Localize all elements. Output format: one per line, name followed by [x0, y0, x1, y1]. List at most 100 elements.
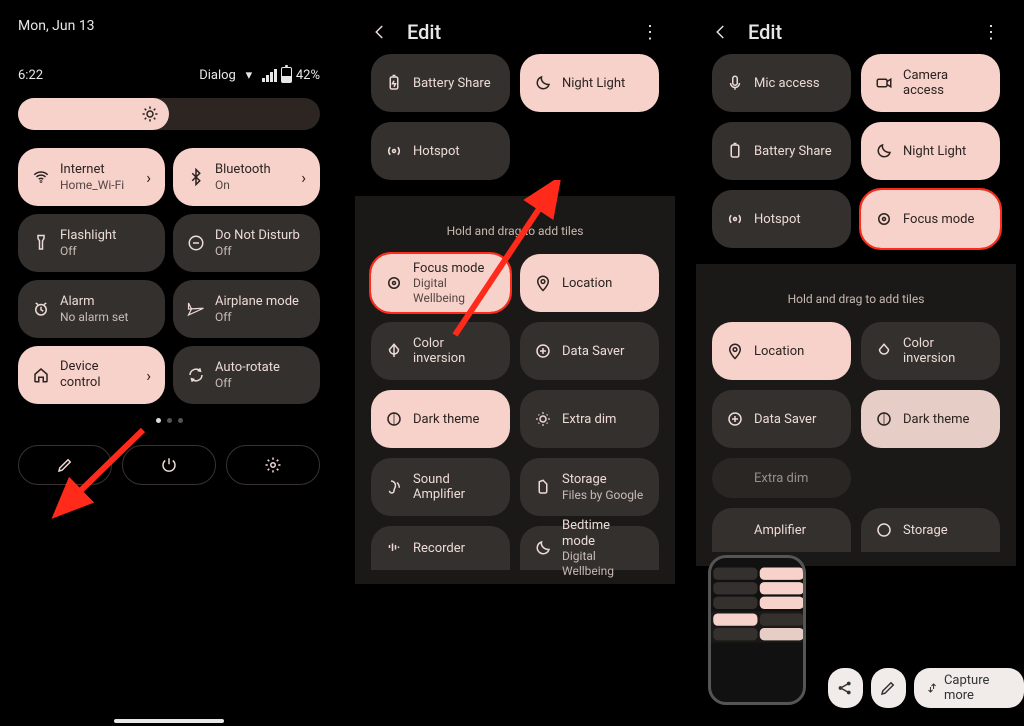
edit-tiles-screen-before: Edit ⋮ Battery Share Night Light Hotspot…: [355, 0, 675, 726]
invert-icon: [875, 342, 893, 360]
hearing-icon: [726, 521, 744, 539]
battery-share-icon: [726, 142, 744, 160]
tile-focus-mode[interactable]: Focus modeDigital Wellbeing: [371, 254, 510, 312]
battery-pct: 42%: [296, 68, 320, 83]
back-icon[interactable]: [371, 23, 389, 41]
tile-data-saver[interactable]: Data Saver: [520, 322, 659, 380]
tile-internet[interactable]: InternetHome_Wi-Fi ›: [18, 148, 165, 206]
home-icon: [32, 366, 50, 384]
share-button[interactable]: [828, 668, 863, 708]
tile-sublabel: Digital Wellbeing: [413, 276, 496, 305]
dnd-icon: [187, 234, 205, 252]
tile-storage[interactable]: StorageFiles by Google: [520, 458, 659, 516]
recorder-icon: [385, 539, 403, 557]
tile-battery-share[interactable]: Battery Share: [371, 54, 510, 112]
hearing-icon: [385, 478, 403, 496]
storage-icon: [875, 521, 893, 539]
airplane-icon: [187, 300, 205, 318]
tile-extra-dim[interactable]: Extra dim: [520, 390, 659, 448]
tile-location[interactable]: Location: [712, 322, 851, 380]
tile-sublabel: Off: [215, 310, 299, 324]
tile-bedtime[interactable]: Bedtime modeDigital Wellbeing: [520, 526, 659, 570]
tile-extra-dim[interactable]: Extra dim: [712, 458, 851, 498]
nav-handle[interactable]: [114, 719, 224, 723]
more-icon[interactable]: ⋮: [641, 22, 659, 43]
tile-dark-theme[interactable]: Dark theme: [371, 390, 510, 448]
tile-label: Auto-rotate: [215, 360, 280, 376]
tile-label: Flashlight: [60, 228, 116, 244]
tile-label: Device control: [60, 359, 136, 390]
tile-dnd[interactable]: Do Not DisturbOff: [173, 214, 320, 272]
more-icon[interactable]: ⋮: [982, 22, 1000, 43]
tile-hotspot[interactable]: Hotspot: [371, 122, 510, 180]
tile-dark-theme[interactable]: Dark theme: [861, 390, 1000, 448]
tile-bluetooth[interactable]: BluetoothOn ›: [173, 148, 320, 206]
drag-hint: Hold and drag to add tiles: [371, 210, 659, 254]
tile-data-saver[interactable]: Data Saver: [712, 390, 851, 448]
power-button[interactable]: [122, 445, 216, 485]
capture-more-button[interactable]: Capture more: [914, 668, 1024, 708]
tile-airplane[interactable]: Airplane modeOff: [173, 280, 320, 338]
tile-night-light[interactable]: Night Light: [861, 122, 1000, 180]
focus-icon: [385, 274, 403, 292]
moon-icon: [875, 142, 893, 160]
brightness-slider[interactable]: [18, 98, 320, 130]
tile-auto-rotate[interactable]: Auto-rotateOff: [173, 346, 320, 404]
tile-sound-amplifier[interactable]: Sound Amplifier: [371, 458, 510, 516]
tile-device-controls[interactable]: Device control ›: [18, 346, 165, 404]
quick-settings-panel: Mon, Jun 13 6:22 Dialog ▾ 42% InternetHo…: [0, 0, 338, 726]
tile-label: Battery Share: [413, 76, 491, 91]
tile-sublabel: Home_Wi-Fi: [60, 178, 124, 192]
tile-label: Storage: [903, 523, 948, 538]
tile-hotspot[interactable]: Hotspot: [712, 190, 851, 248]
tile-flashlight[interactable]: FlashlightOff: [18, 214, 165, 272]
moon-icon: [534, 74, 552, 92]
tile-label: Extra dim: [754, 471, 808, 486]
tile-recorder[interactable]: Recorder: [371, 526, 510, 570]
tile-label: Location: [562, 276, 612, 291]
tile-storage[interactable]: Storage: [861, 508, 1000, 552]
edit-screenshot-button[interactable]: [871, 668, 906, 708]
tile-focus-mode[interactable]: Focus mode: [861, 190, 1000, 248]
tile-amplifier[interactable]: Amplifier: [712, 508, 851, 552]
settings-button[interactable]: [226, 445, 320, 485]
focus-icon: [875, 210, 893, 228]
brightness-icon: [141, 105, 159, 123]
edit-header: Edit ⋮: [355, 0, 675, 54]
rotate-icon: [187, 366, 205, 384]
tile-label: Night Light: [903, 144, 966, 159]
tile-label: Bluetooth: [215, 162, 271, 178]
tile-label: Focus mode: [413, 261, 496, 277]
status-bar: 6:22 Dialog ▾ 42%: [18, 66, 320, 84]
tile-label: Storage: [562, 472, 643, 488]
dim-icon: [534, 410, 552, 428]
tile-mic-access[interactable]: Mic access: [712, 54, 851, 112]
tile-label: Data Saver: [562, 344, 624, 359]
tile-label: Hotspot: [413, 144, 460, 159]
mic-icon: [726, 74, 744, 92]
wifi-icon: ▾: [240, 66, 258, 84]
tile-sublabel: Off: [215, 376, 280, 390]
tile-alarm[interactable]: AlarmNo alarm set: [18, 280, 165, 338]
tile-location[interactable]: Location: [520, 254, 659, 312]
clock: 6:22: [18, 68, 43, 83]
alarm-icon: [32, 300, 50, 318]
qs-tiles-grid: InternetHome_Wi-Fi › BluetoothOn › Flash…: [18, 148, 320, 404]
tile-color-inversion[interactable]: Color inversion: [371, 322, 510, 380]
tile-label: Night Light: [562, 76, 625, 91]
edit-button[interactable]: [18, 445, 112, 485]
back-icon[interactable]: [712, 23, 730, 41]
tile-battery-share[interactable]: Battery Share: [712, 122, 851, 180]
battery-icon: [281, 67, 292, 83]
flashlight-icon: [32, 234, 50, 252]
tile-color-inversion[interactable]: Color inversion: [861, 322, 1000, 380]
tile-label: Color inversion: [903, 336, 986, 366]
tile-night-light[interactable]: Night Light: [520, 54, 659, 112]
tile-sublabel: No alarm set: [60, 310, 128, 324]
tile-label: Extra dim: [562, 412, 616, 427]
dark-theme-icon: [875, 410, 893, 428]
tile-camera-access[interactable]: Camera access: [861, 54, 1000, 112]
wifi-icon: [32, 168, 50, 186]
screenshot-thumbnail[interactable]: [708, 555, 806, 705]
page-title: Edit: [407, 20, 441, 44]
